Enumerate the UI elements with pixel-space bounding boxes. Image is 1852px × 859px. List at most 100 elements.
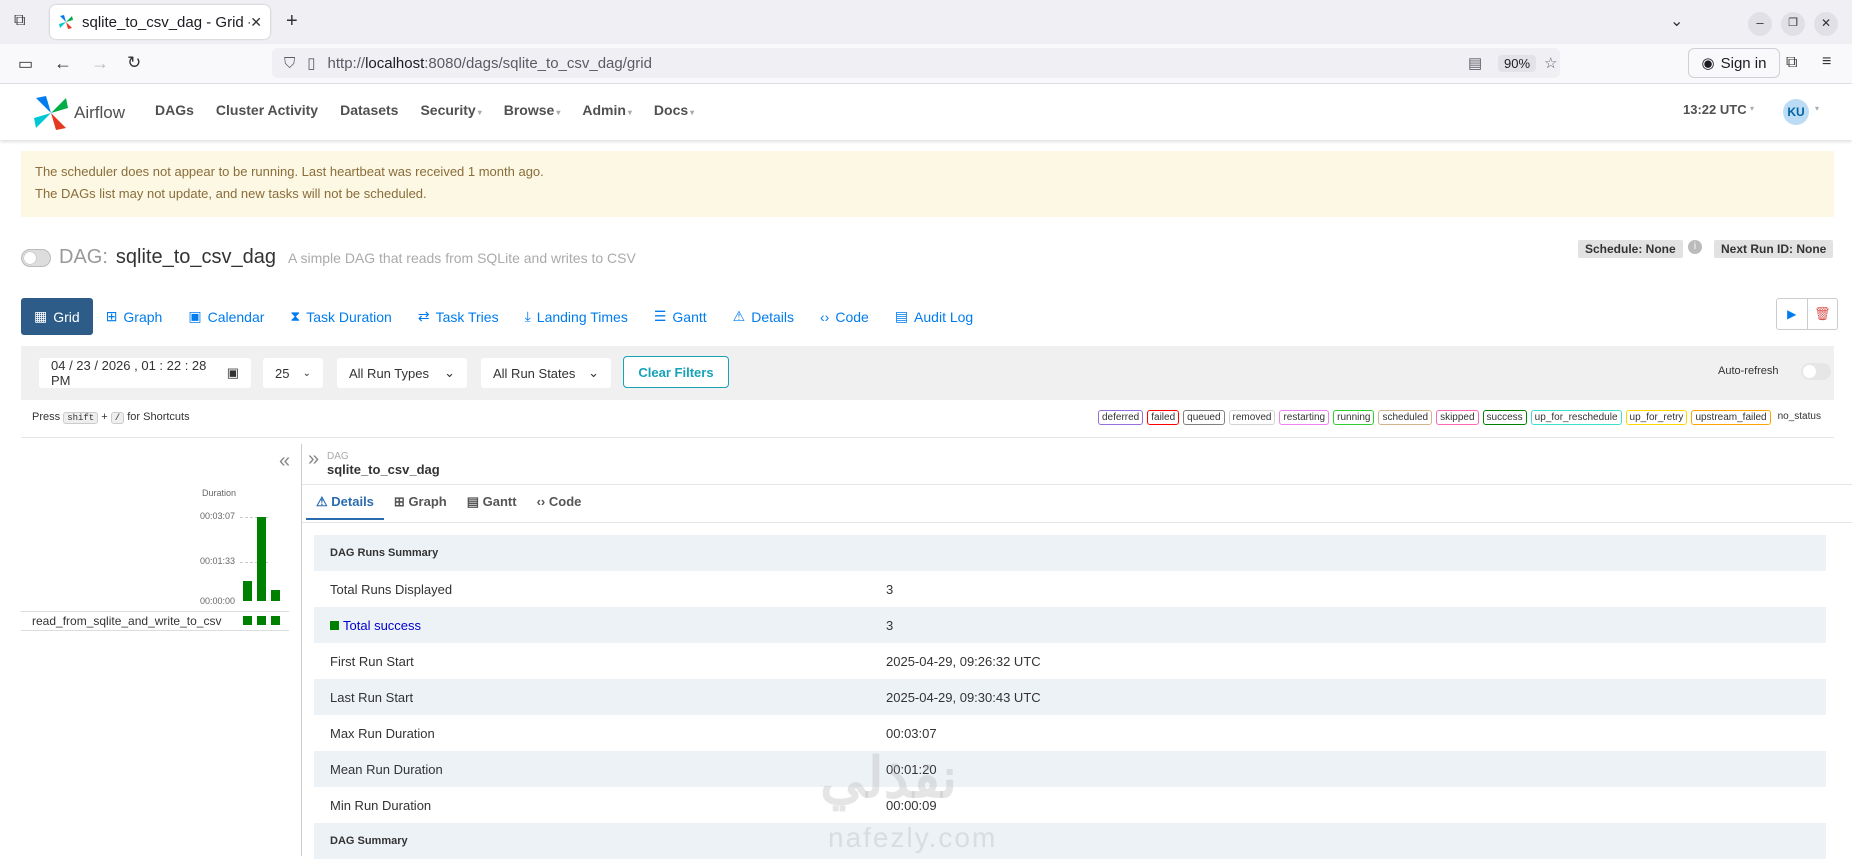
task-instance-cell[interactable] — [271, 616, 280, 625]
row-key: Total Runs Displayed — [330, 581, 453, 597]
utc-clock[interactable]: 13:22 UTC — [1683, 102, 1747, 117]
legend-upstream-failed[interactable]: upstream_failed — [1691, 410, 1771, 425]
tab-calendar[interactable]: ▣ Calendar — [175, 298, 277, 335]
legend-removed[interactable]: removed — [1228, 410, 1276, 425]
menu-docs[interactable]: Docs ▾ — [654, 102, 694, 118]
runs-limit-select[interactable]: 25 ⌄ — [263, 358, 323, 388]
section-header: DAG Runs Summary — [314, 535, 1826, 571]
base-date-input[interactable]: 04 / 23 / 2026 , 01 : 22 : 28 PM ▣ — [39, 358, 251, 388]
menu-browse[interactable]: Browse ▾ — [504, 102, 561, 118]
reader-mode-icon[interactable]: ▤ — [1468, 54, 1482, 72]
run-duration-bar[interactable] — [243, 581, 252, 601]
tab-task-tries[interactable]: ⇄ Task Tries — [405, 298, 512, 335]
main-menu: DAGs Cluster Activity Datasets Security ▾… — [155, 102, 694, 118]
reload-icon[interactable]: ↻ — [127, 53, 141, 73]
graph-icon: ⊞ — [105, 308, 118, 324]
run-type-select[interactable]: All Run Types ⌄ — [337, 358, 467, 388]
clear-filters-button[interactable]: Clear Filters — [623, 356, 729, 388]
trigger-dag-icon[interactable]: ▶ — [1777, 299, 1808, 329]
sidebar-icon[interactable]: ▭ — [18, 54, 33, 74]
run-duration-bar[interactable] — [257, 517, 266, 601]
close-window-icon[interactable]: ✕ — [1814, 12, 1838, 36]
detail-tab-code[interactable]: ‹› Code — [527, 486, 592, 520]
task-row[interactable]: read_from_sqlite_and_write_to_csv — [21, 611, 289, 631]
back-icon[interactable]: ← — [54, 53, 72, 74]
run-state-select[interactable]: All Run States ⌄ — [481, 358, 611, 388]
legend-queued[interactable]: queued — [1183, 410, 1225, 425]
delete-dag-icon[interactable]: 🗑 — [1808, 299, 1838, 329]
detail-tab-graph[interactable]: ⊞ Graph — [384, 486, 457, 520]
url-path: :8080/dags/sqlite_to_csv_dag/grid — [424, 54, 652, 72]
tab-list-icon[interactable]: ⧉ — [14, 12, 25, 30]
menu-icon[interactable]: ≡ — [1822, 53, 1831, 71]
grid-icon: ▦ — [34, 308, 48, 324]
calendar-picker-icon[interactable]: ▣ — [227, 365, 239, 381]
menu-admin[interactable]: Admin ▾ — [582, 102, 632, 118]
legend-success[interactable]: success — [1482, 410, 1527, 425]
legend-deferred[interactable]: deferred — [1098, 410, 1144, 425]
landing-icon: ⤓ — [524, 308, 531, 324]
url-bar[interactable]: ⛉ ▯ http://localhost:8080/dags/sqlite_to… — [272, 48, 1560, 78]
chevron-down-icon[interactable]: ⌄ — [1670, 11, 1683, 31]
legend-no-status[interactable]: no_status — [1775, 410, 1824, 425]
forward-icon[interactable]: → — [91, 53, 109, 74]
tab-landing-times[interactable]: ⤓ Landing Times — [512, 298, 641, 335]
collapse-grid-icon[interactable]: « — [279, 450, 290, 473]
legend-up-for-reschedule[interactable]: up_for_reschedule — [1530, 410, 1622, 425]
row-key: Last Run Start — [330, 689, 414, 705]
menu-datasets[interactable]: Datasets — [340, 102, 398, 118]
menu-dags[interactable]: DAGs — [155, 102, 194, 118]
filter-bar: 04 / 23 / 2026 , 01 : 22 : 28 PM ▣ 25 ⌄ … — [21, 346, 1834, 400]
dag-pause-toggle[interactable] — [21, 248, 51, 267]
zoom-level[interactable]: 90% — [1498, 54, 1537, 72]
task-instance-cell[interactable] — [243, 616, 252, 625]
tab-task-duration[interactable]: ⧗ Task Duration — [277, 298, 404, 335]
warning-icon: ⚠ — [732, 308, 746, 324]
legend-scheduled[interactable]: scheduled — [1378, 410, 1433, 425]
divider — [21, 437, 1834, 438]
legend-failed[interactable]: failed — [1147, 410, 1180, 425]
sign-in-button[interactable]: ◉ Sign in — [1688, 48, 1780, 78]
info-icon[interactable]: i — [1688, 240, 1702, 254]
tab-title: sqlite_to_csv_dag - Grid - — [82, 13, 251, 31]
close-tab-icon[interactable]: ✕ — [250, 14, 262, 31]
minimize-icon[interactable]: – — [1748, 12, 1772, 36]
legend-restarting[interactable]: restarting — [1279, 410, 1330, 425]
tab-details[interactable]: ⚠ Details — [720, 298, 807, 335]
menu-security[interactable]: Security ▾ — [420, 102, 481, 118]
tick-mid: 00:01:33 — [200, 556, 236, 566]
account-icon: ◉ — [1701, 55, 1715, 72]
run-duration-bar[interactable] — [271, 590, 280, 601]
user-chevron-icon: ▾ — [1815, 104, 1820, 113]
menu-cluster-activity[interactable]: Cluster Activity — [216, 102, 318, 118]
task-instance-cell[interactable] — [257, 616, 266, 625]
watermark-arabic: نفذلي — [820, 746, 958, 809]
airflow-logo[interactable]: Airflow — [34, 96, 125, 130]
row-value: 2025-04-29, 09:26:32 UTC — [886, 653, 1041, 669]
chevron-down-icon: ⌄ — [444, 365, 455, 380]
extensions-icon[interactable]: ⧉ — [1786, 54, 1797, 72]
tab-graph[interactable]: ⊞ Graph — [93, 298, 176, 335]
tab-grid[interactable]: ▦ Grid — [21, 298, 93, 335]
tab-code[interactable]: ‹› Code — [807, 298, 882, 335]
sign-in-label: Sign in — [1720, 54, 1767, 72]
legend-running[interactable]: running — [1333, 410, 1375, 425]
expand-grid-icon[interactable]: » — [308, 448, 319, 471]
new-tab-icon[interactable]: + — [286, 10, 298, 33]
browser-tab[interactable]: sqlite_to_csv_dag - Grid - ✕ — [50, 5, 270, 39]
task-name[interactable]: read_from_sqlite_and_write_to_csv — [32, 614, 221, 628]
tab-audit-log[interactable]: ▤ Audit Log — [882, 298, 986, 335]
detail-tab-details[interactable]: ⚠ Details — [306, 486, 384, 520]
legend-skipped[interactable]: skipped — [1436, 410, 1479, 425]
tab-gantt[interactable]: ☰ Gantt — [641, 298, 720, 335]
row-value: 3 — [886, 581, 894, 597]
divider — [302, 484, 1852, 485]
airflow-navbar: Airflow DAGs Cluster Activity Datasets S… — [0, 84, 1852, 140]
restore-icon[interactable]: ❐ — [1781, 12, 1805, 36]
detail-tab-gantt[interactable]: ▤ Gantt — [457, 486, 527, 520]
bookmark-star-icon[interactable]: ☆ — [1544, 54, 1557, 72]
auto-refresh-toggle[interactable] — [1801, 363, 1831, 380]
user-avatar[interactable]: KU — [1783, 99, 1809, 125]
legend-up-for-retry[interactable]: up_for_retry — [1625, 410, 1688, 425]
breadcrumb-dag-name[interactable]: sqlite_to_csv_dag — [327, 462, 440, 477]
